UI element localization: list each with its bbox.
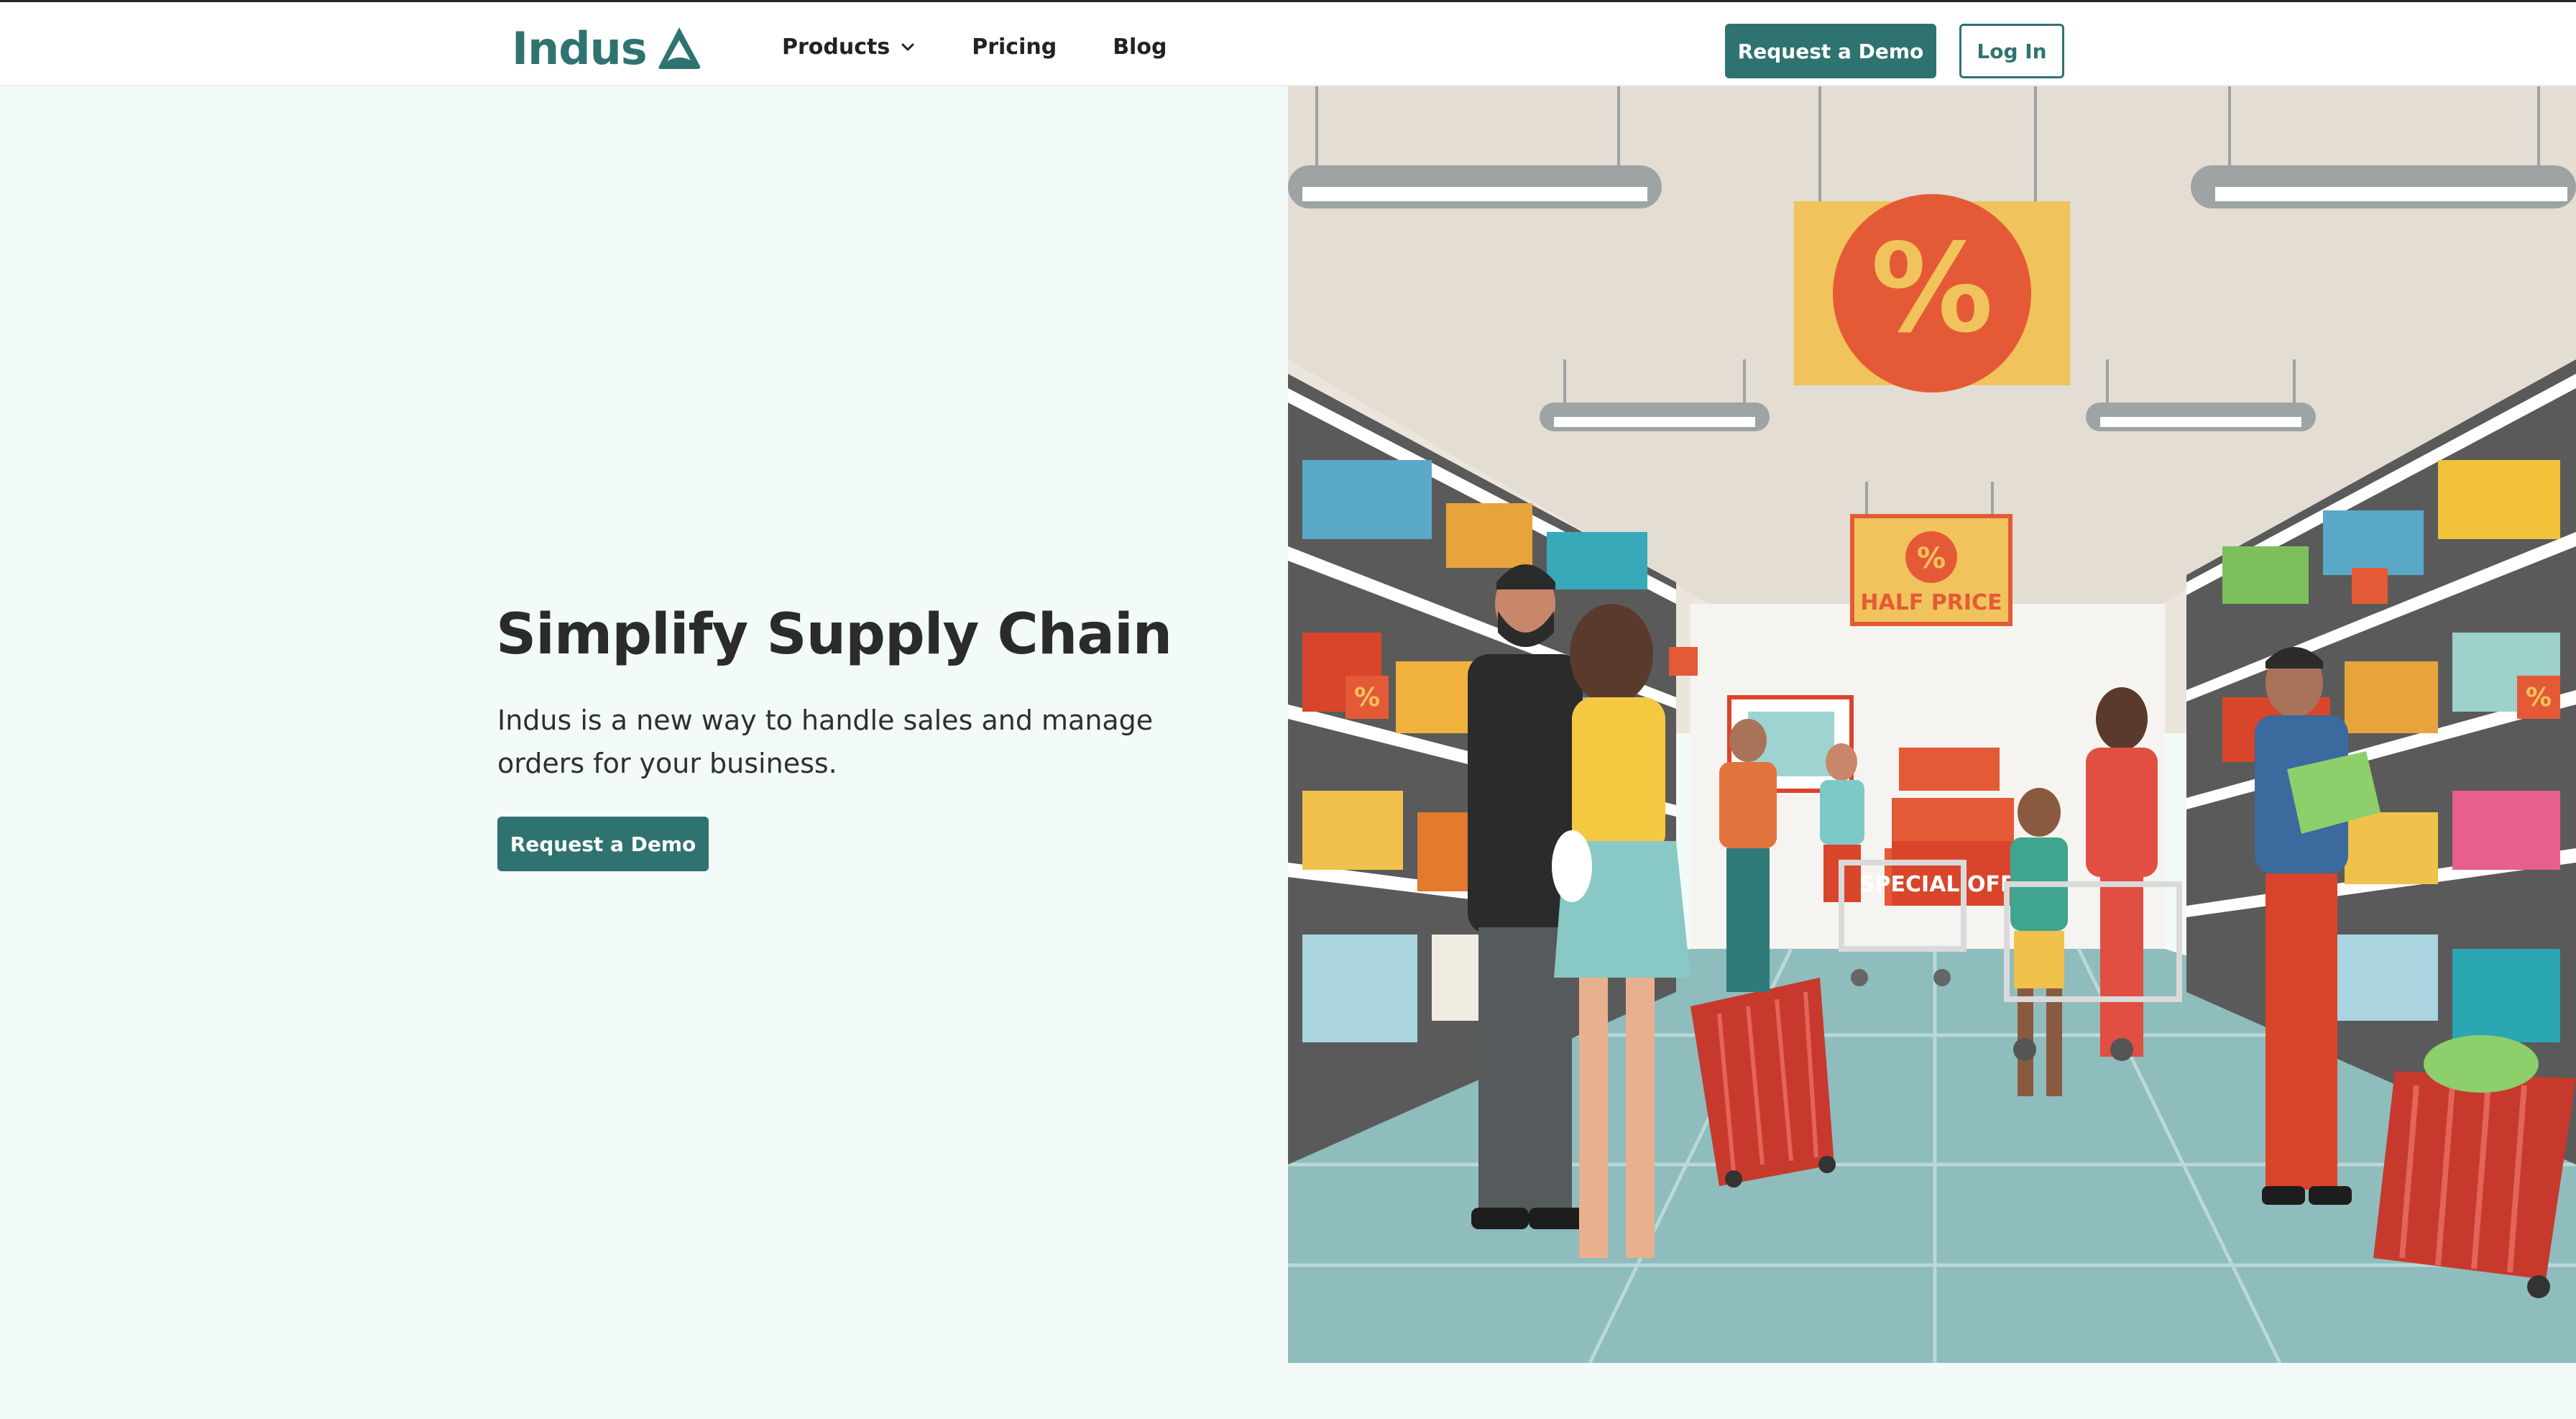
supermarket-illustration: % % HALF PRICE SPECIAL OFFER % % bbox=[1288, 86, 2576, 1363]
nav-pricing[interactable]: Pricing bbox=[972, 35, 1057, 60]
request-demo-button-header[interactable]: Request a Demo bbox=[1725, 24, 1936, 78]
half-price-sign-text: HALF PRICE bbox=[1860, 590, 2002, 615]
svg-text:%: % bbox=[2526, 683, 2552, 712]
nav-blog[interactable]: Blog bbox=[1113, 35, 1167, 60]
svg-text:%: % bbox=[1917, 542, 1946, 575]
nav-products[interactable]: Products bbox=[782, 35, 916, 60]
hero-subtitle: Indus is a new way to handle sales and m… bbox=[497, 704, 1154, 779]
nav-products-label: Products bbox=[782, 34, 891, 60]
top-navigation-bar: Indus Products Pricing Blog Request a De… bbox=[0, 0, 2576, 86]
request-demo-button-hero[interactable]: Request a Demo bbox=[497, 817, 709, 871]
nav-blog-label: Blog bbox=[1113, 34, 1167, 60]
chevron-down-icon bbox=[901, 43, 914, 51]
svg-text:%: % bbox=[1354, 683, 1380, 712]
login-button[interactable]: Log In bbox=[1959, 24, 2064, 78]
sale-sign-symbol: % bbox=[1871, 218, 1993, 360]
brand-logo[interactable]: Indus bbox=[512, 19, 703, 77]
main-nav: Products Pricing Blog bbox=[782, 28, 1223, 65]
hero-title: Simplify Supply Chain bbox=[496, 602, 1172, 667]
logo-text: Indus bbox=[512, 22, 648, 75]
triangle-logo-icon bbox=[658, 27, 700, 69]
nav-pricing-label: Pricing bbox=[972, 34, 1057, 60]
